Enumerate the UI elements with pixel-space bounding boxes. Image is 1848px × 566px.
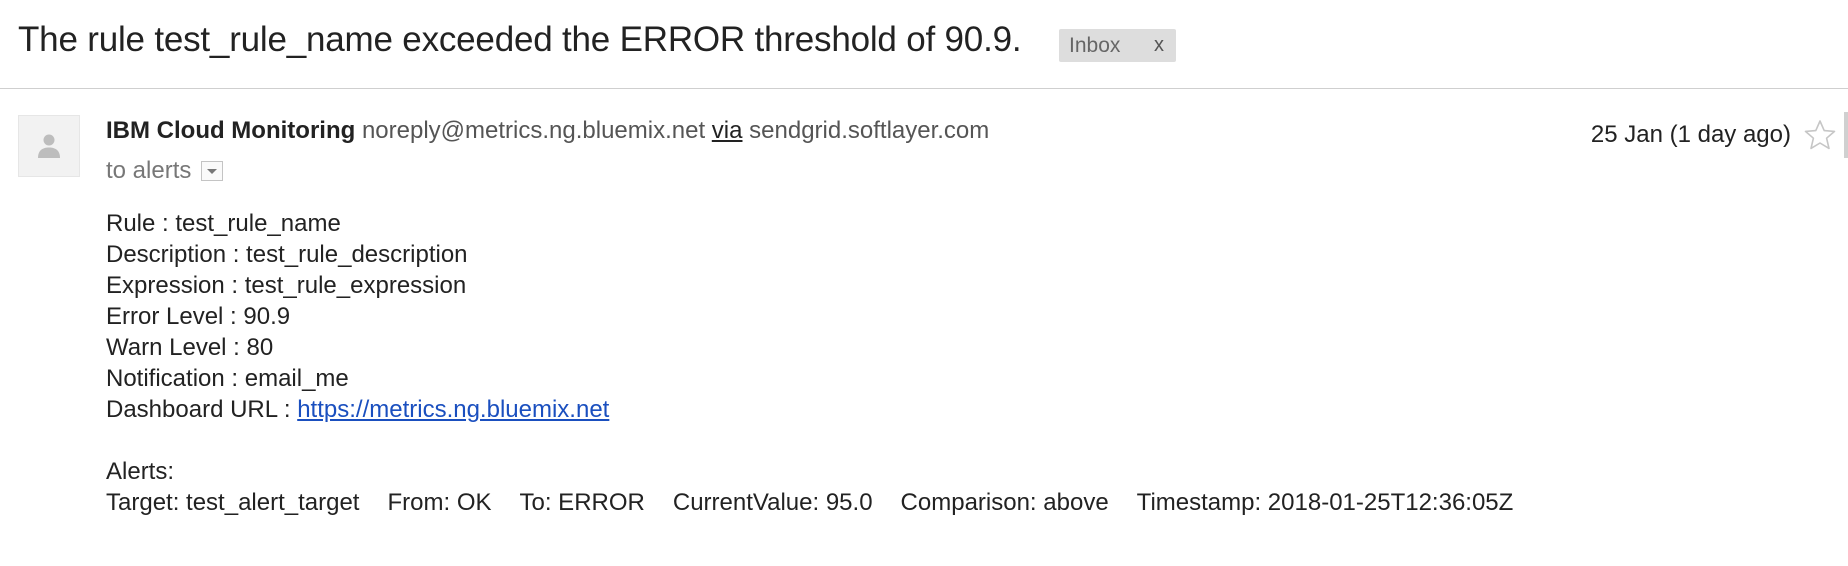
sender-name[interactable]: IBM Cloud Monitoring <box>106 117 355 144</box>
expression-line: Expression : test_rule_expression <box>106 272 467 299</box>
email-date: 25 Jan (1 day ago) <box>1590 121 1791 148</box>
inbox-label-chip[interactable]: Inbox x <box>1059 29 1176 62</box>
alert-from: From: OK <box>387 489 492 516</box>
alert-target: Target: test_alert_target <box>106 489 360 516</box>
email-subject: The rule test_rule_name exceeded the ERR… <box>18 20 1022 59</box>
chevron-down-icon[interactable] <box>201 161 224 181</box>
label-name: Inbox <box>1069 33 1121 57</box>
remove-label-button[interactable]: x <box>1154 34 1164 57</box>
subject-bar: The rule test_rule_name exceeded the ERR… <box>0 0 1848 89</box>
alert-to: To: ERROR <box>519 489 645 516</box>
warn-level-line: Warn Level : 80 <box>106 334 274 361</box>
dashboard-url-link[interactable]: https://metrics.ng.bluemix.net <box>297 396 609 423</box>
via-domain: sendgrid.softlayer.com <box>749 117 990 144</box>
alert-row: Target: test_alert_target From: OK To: ERR… <box>106 487 1513 518</box>
alerts-heading: Alerts: <box>106 458 175 485</box>
notification-line: Notification : email_me <box>106 365 349 392</box>
alert-comparison: Comparison: above <box>900 489 1109 516</box>
person-icon <box>38 134 60 158</box>
recipient-line: to alerts <box>106 157 224 185</box>
alert-timestamp: Timestamp: 2018-01-25T12:36:05Z <box>1136 489 1514 516</box>
sender-line: IBM Cloud Monitoring noreply@metrics.ng.… <box>106 117 989 145</box>
alert-current-value: CurrentValue: 95.0 <box>672 489 873 516</box>
avatar <box>18 115 80 177</box>
description-line: Description : test_rule_description <box>106 241 468 268</box>
sender-email: noreply@metrics.ng.bluemix.net <box>361 117 706 144</box>
via-link[interactable]: via <box>712 117 743 144</box>
recipient-text: to alerts <box>106 157 192 184</box>
star-icon[interactable] <box>1803 118 1837 152</box>
rule-line: Rule : test_rule_name <box>106 210 341 237</box>
scrollbar[interactable] <box>1844 112 1848 158</box>
dashboard-url-label: Dashboard URL : <box>106 396 298 423</box>
email-body: Rule : test_rule_name Description : test… <box>106 208 1513 518</box>
date-area: 25 Jan (1 day ago) <box>1591 112 1848 158</box>
error-level-line: Error Level : 90.9 <box>106 303 291 330</box>
dashboard-url-line: Dashboard URL : https://metrics.ng.bluem… <box>106 394 1513 425</box>
